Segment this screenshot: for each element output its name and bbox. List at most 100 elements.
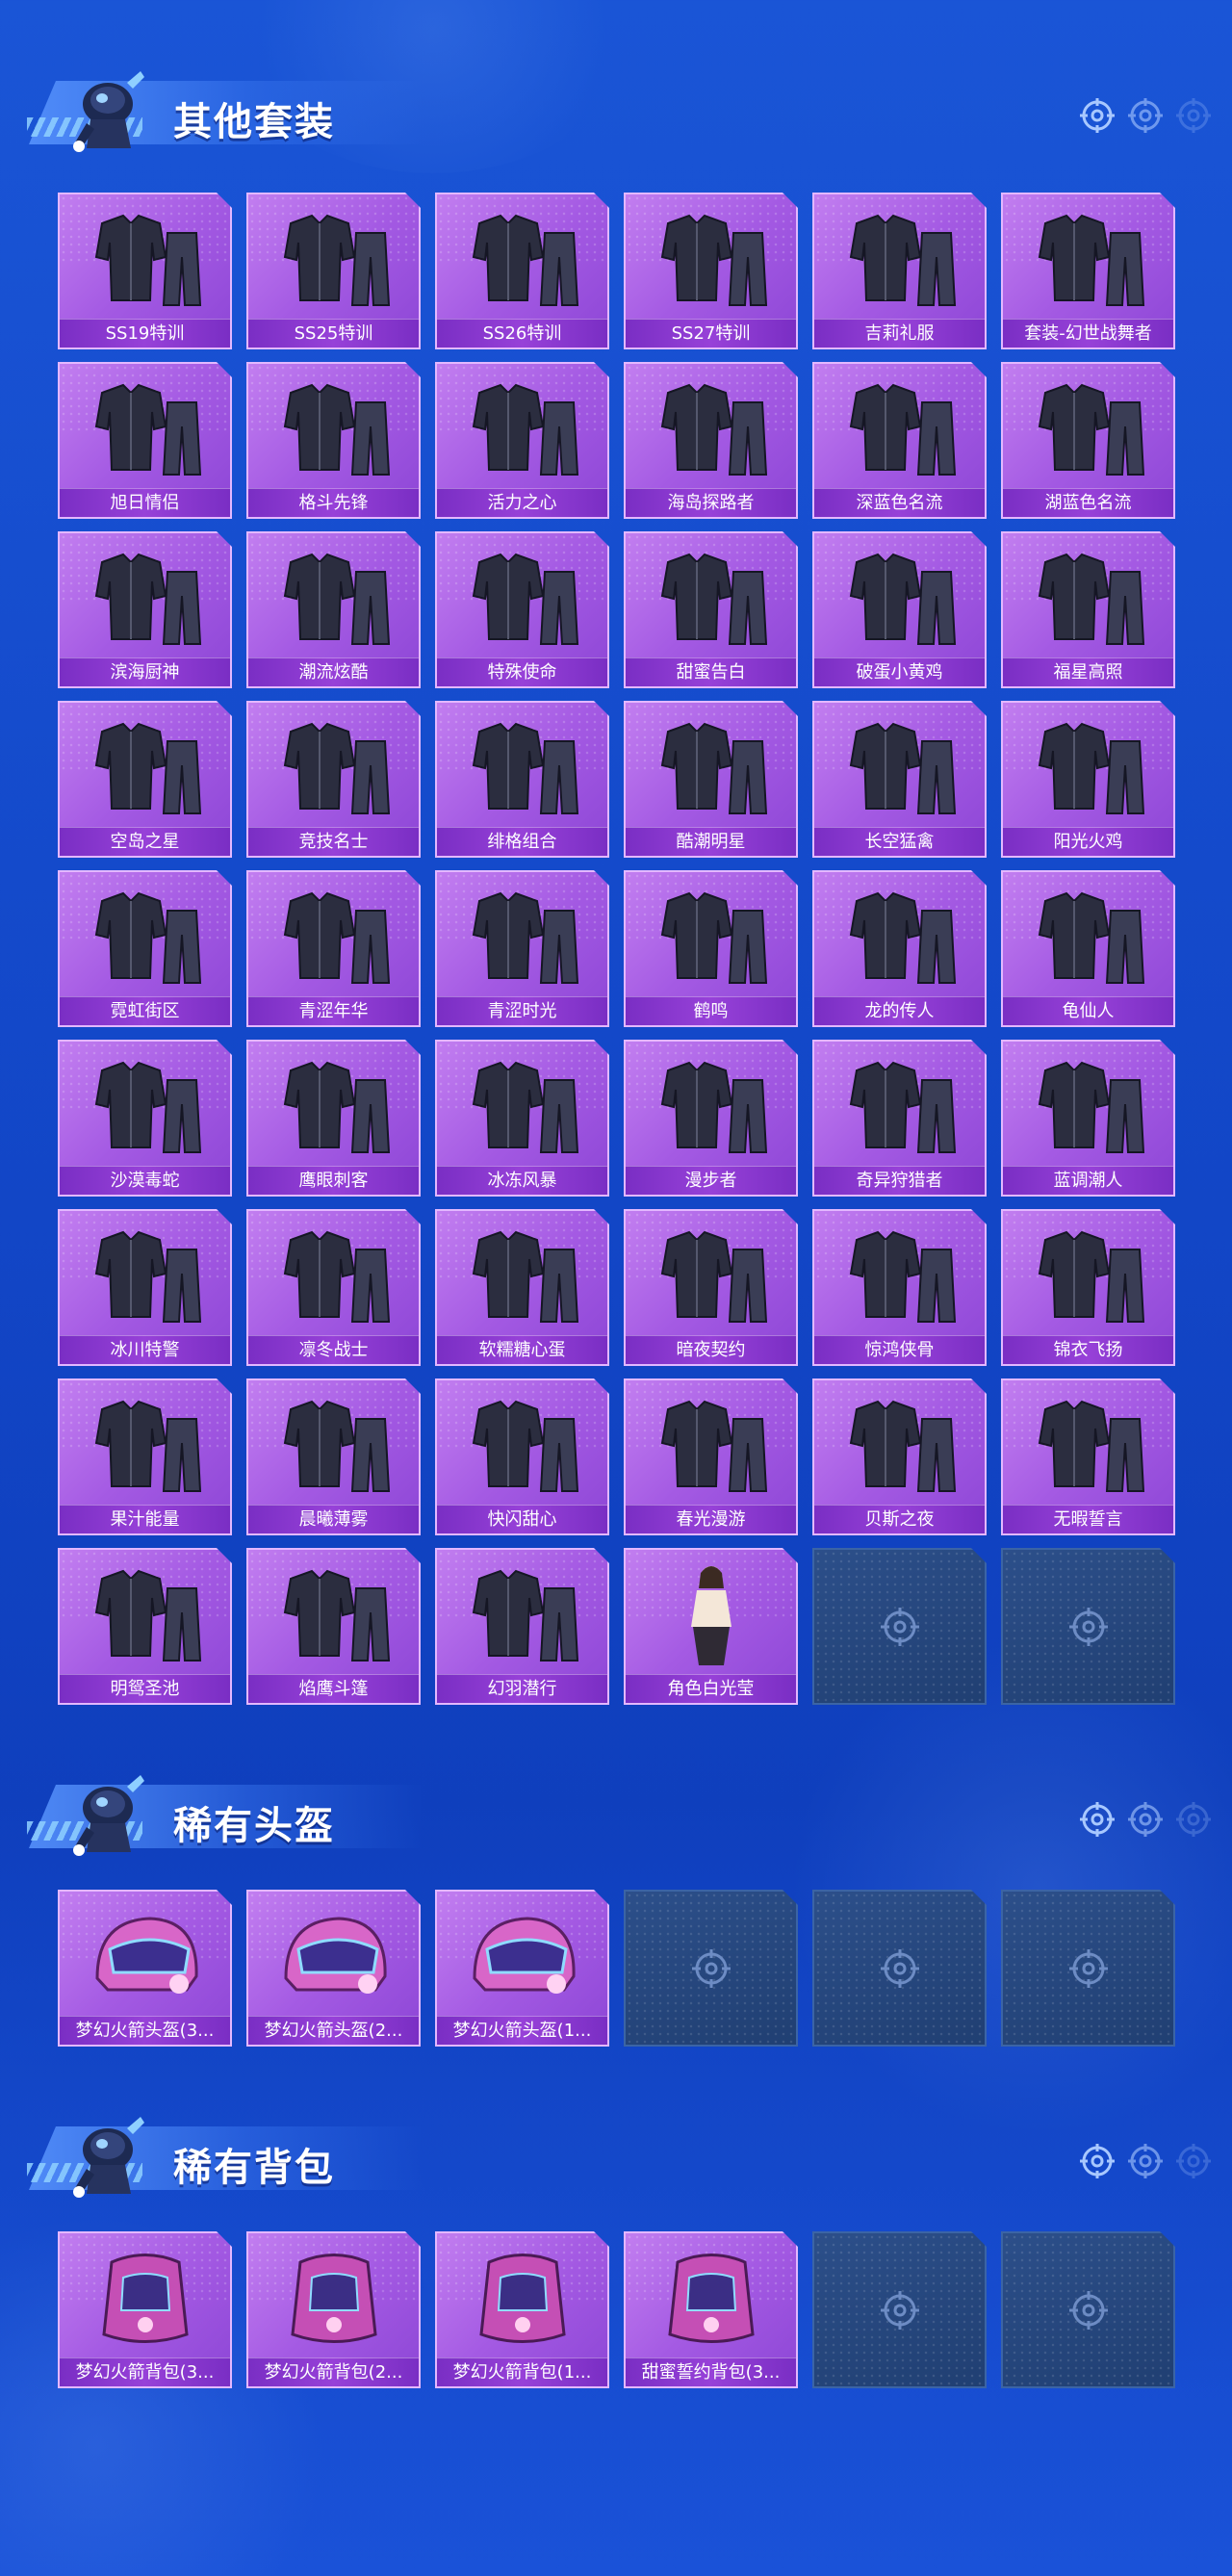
item-card[interactable]: 梦幻火箭头盔(1... <box>435 1890 609 2047</box>
item-card[interactable]: 湖蓝色名流 <box>1001 362 1175 519</box>
item-card[interactable]: 旭日情侣 <box>58 362 232 519</box>
section-title: 其他套装 <box>173 100 335 144</box>
section-helmets: 稀有头盔 梦幻火箭头盔(3... 梦幻火箭头盔(2... 梦幻火箭头盔(1... <box>0 1752 1232 1858</box>
item-label: SS26特训 <box>437 319 607 348</box>
crosshair-icon <box>690 1947 732 1990</box>
item-label: SS25特训 <box>248 319 419 348</box>
item-card[interactable]: 龟仙人 <box>1001 870 1175 1027</box>
item-card[interactable]: SS27特训 <box>624 193 798 349</box>
item-card[interactable]: 快闪甜心 <box>435 1378 609 1535</box>
item-card[interactable]: 无暇誓言 <box>1001 1378 1175 1535</box>
item-card[interactable]: 晨曦薄雾 <box>246 1378 421 1535</box>
item-card[interactable]: 春光漫游 <box>624 1378 798 1535</box>
empty-slot <box>812 1890 987 2047</box>
item-card[interactable]: 果汁能量 <box>58 1378 232 1535</box>
item-card[interactable]: 吉莉礼服 <box>812 193 987 349</box>
item-card[interactable]: SS26特训 <box>435 193 609 349</box>
outfit-icon <box>69 204 220 315</box>
item-card[interactable]: 特殊使命 <box>435 531 609 688</box>
item-label: 沙漠毒蛇 <box>60 1166 230 1195</box>
backpack-icon <box>447 2243 598 2354</box>
item-card[interactable]: 沙漠毒蛇 <box>58 1040 232 1197</box>
section-header: 稀有背包 <box>0 2094 1232 2200</box>
item-card[interactable]: 破蛋小黄鸡 <box>812 531 987 688</box>
section-decor-icons <box>1078 2142 1213 2180</box>
item-card[interactable]: SS25特训 <box>246 193 421 349</box>
item-card[interactable]: 奇异狩猎者 <box>812 1040 987 1197</box>
item-label: 梦幻火箭头盔(3... <box>60 2016 230 2045</box>
item-label: 潮流炫酷 <box>248 657 419 686</box>
item-card[interactable]: 青涩年华 <box>246 870 421 1027</box>
outfit-icon <box>1013 712 1164 823</box>
item-card[interactable]: 焰鹰斗篷 <box>246 1548 421 1705</box>
item-card[interactable]: 海岛探路者 <box>624 362 798 519</box>
item-card[interactable]: 角色白光莹 <box>624 1548 798 1705</box>
outfit-icon <box>69 1051 220 1162</box>
crosshair-icon <box>1176 2144 1211 2178</box>
item-label: 冰冻风暴 <box>437 1166 607 1195</box>
item-card[interactable]: 幻羽潜行 <box>435 1548 609 1705</box>
section-decor-icons <box>1078 96 1213 135</box>
outfit-icon <box>635 1221 786 1331</box>
item-label: 旭日情侣 <box>60 488 230 517</box>
item-card[interactable]: 软糯糖心蛋 <box>435 1209 609 1366</box>
item-card[interactable]: 鹰眼刺客 <box>246 1040 421 1197</box>
item-card[interactable]: 梦幻火箭背包(3... <box>58 2231 232 2388</box>
outfit-icon <box>824 543 975 654</box>
item-card[interactable]: 龙的传人 <box>812 870 987 1027</box>
item-label: 角色白光莹 <box>626 1674 796 1703</box>
item-label: 蓝调潮人 <box>1003 1166 1173 1195</box>
item-card[interactable]: 绯格组合 <box>435 701 609 858</box>
item-card[interactable]: 甜蜜誓约背包(3... <box>624 2231 798 2388</box>
item-card[interactable]: 竞技名士 <box>246 701 421 858</box>
item-card[interactable]: 锦衣飞扬 <box>1001 1209 1175 1366</box>
empty-slot <box>1001 1890 1175 2047</box>
item-card[interactable]: 暗夜契约 <box>624 1209 798 1366</box>
item-card[interactable]: 酷潮明星 <box>624 701 798 858</box>
outfit-icon <box>258 1390 409 1501</box>
item-card[interactable]: 空岛之星 <box>58 701 232 858</box>
item-card[interactable]: 蓝调潮人 <box>1001 1040 1175 1197</box>
item-card[interactable]: 长空猛禽 <box>812 701 987 858</box>
item-card[interactable]: 鹤鸣 <box>624 870 798 1027</box>
backpack-grid: 梦幻火箭背包(3... 梦幻火箭背包(2... 梦幻火箭背包(1... 甜蜜誓约背包(… <box>58 2231 1175 2388</box>
item-label: 绯格组合 <box>437 827 607 856</box>
item-card[interactable]: 霓虹街区 <box>58 870 232 1027</box>
section-title: 稀有背包 <box>173 2146 335 2190</box>
item-card[interactable]: 冰冻风暴 <box>435 1040 609 1197</box>
outfit-icon <box>447 543 598 654</box>
item-label: 冰川特警 <box>60 1335 230 1364</box>
item-card[interactable]: 梦幻火箭背包(1... <box>435 2231 609 2388</box>
item-label: 春光漫游 <box>626 1505 796 1533</box>
item-card[interactable]: 套装-幻世战舞者 <box>1001 193 1175 349</box>
item-card[interactable]: 凛冬战士 <box>246 1209 421 1366</box>
item-card[interactable]: 甜蜜告白 <box>624 531 798 688</box>
item-card[interactable]: 福星高照 <box>1001 531 1175 688</box>
outfit-icon <box>635 1390 786 1501</box>
item-card[interactable]: 梦幻火箭背包(2... <box>246 2231 421 2388</box>
outfit-icon <box>824 882 975 992</box>
item-card[interactable]: 漫步者 <box>624 1040 798 1197</box>
outfit-icon <box>447 1221 598 1331</box>
item-card[interactable]: 青涩时光 <box>435 870 609 1027</box>
item-card[interactable]: 阳光火鸡 <box>1001 701 1175 858</box>
item-card[interactable]: 梦幻火箭头盔(2... <box>246 1890 421 2047</box>
crosshair-icon <box>1080 98 1115 133</box>
item-label: 奇异狩猎者 <box>814 1166 985 1195</box>
item-card[interactable]: 贝斯之夜 <box>812 1378 987 1535</box>
item-card[interactable]: SS19特训 <box>58 193 232 349</box>
outfit-icon <box>1013 1221 1164 1331</box>
item-card[interactable]: 冰川特警 <box>58 1209 232 1366</box>
item-label: 吉莉礼服 <box>814 319 985 348</box>
item-card[interactable]: 格斗先锋 <box>246 362 421 519</box>
item-card[interactable]: 惊鸿侠骨 <box>812 1209 987 1366</box>
item-label: 贝斯之夜 <box>814 1505 985 1533</box>
crosshair-icon <box>1176 98 1211 133</box>
outfit-icon <box>447 204 598 315</box>
item-card[interactable]: 深蓝色名流 <box>812 362 987 519</box>
item-card[interactable]: 梦幻火箭头盔(3... <box>58 1890 232 2047</box>
item-card[interactable]: 明鸳圣池 <box>58 1548 232 1705</box>
item-card[interactable]: 滨海厨神 <box>58 531 232 688</box>
item-card[interactable]: 活力之心 <box>435 362 609 519</box>
item-card[interactable]: 潮流炫酷 <box>246 531 421 688</box>
